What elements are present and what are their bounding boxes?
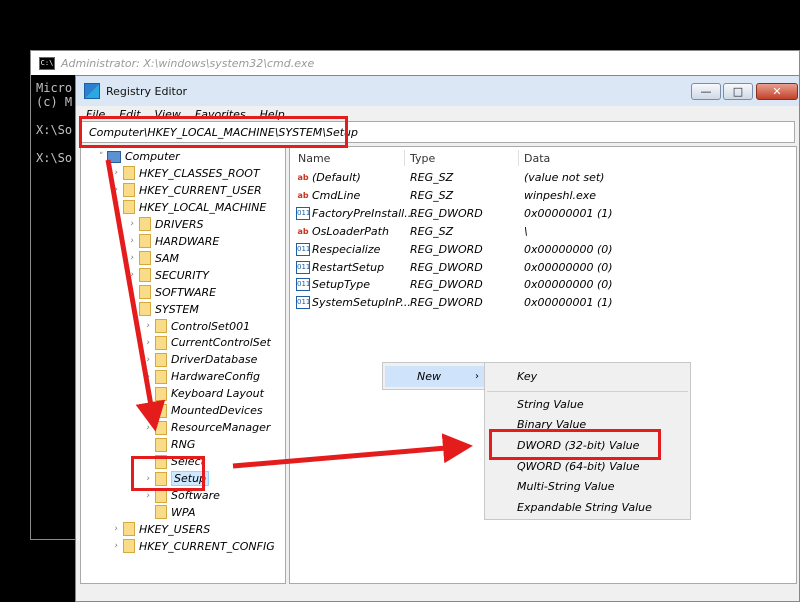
arrow-to-dword [232,433,473,469]
annotation-arrows [105,159,473,469]
arrow-to-setup [105,159,166,432]
